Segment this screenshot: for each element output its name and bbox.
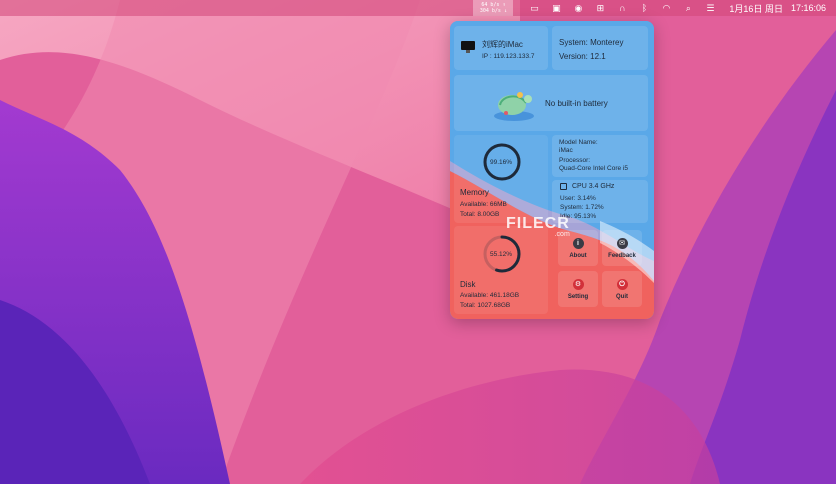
system-status-popup: 刘辉的iMac IP : 119.123.133.7 System: Monte… (450, 21, 654, 319)
feedback-label: Feedback (608, 252, 636, 259)
device-ip: IP : 119.123.133.7 (482, 53, 535, 60)
feedback-button[interactable]: ✉ Feedback (602, 230, 642, 266)
setting-button[interactable]: ⚙ Setting (558, 271, 598, 307)
menubar-date[interactable]: 1月16日 周日 (729, 2, 783, 15)
system-version: Version: 12.1 (559, 52, 606, 61)
desktop-wallpaper (0, 0, 836, 484)
battery-status: No built-in battery (545, 99, 608, 108)
quit-button[interactable]: ⏻ Quit (602, 271, 642, 307)
disk-title: Disk (460, 280, 476, 289)
quit-label: Quit (616, 293, 628, 300)
grid-icon[interactable]: ⊞ (589, 3, 611, 14)
search-icon[interactable]: ⌕ (677, 3, 699, 14)
info-icon: i (572, 237, 584, 249)
imac-icon (461, 41, 475, 53)
filecr-watermark: FILECR .com (506, 215, 570, 238)
network-speed-indicator[interactable]: 64 b/s ↑ 304 b/s ↓ (473, 0, 514, 16)
disk-percent: 55.12% (490, 251, 513, 258)
wifi-icon[interactable]: ◠ (655, 3, 677, 14)
photo-icon[interactable]: ▣ (545, 3, 567, 14)
system-os: System: Monterey (559, 38, 624, 47)
model-name-label: Model Name: (559, 139, 598, 146)
memory-title: Memory (460, 188, 489, 197)
power-icon: ⏻ (616, 278, 628, 290)
menu-bar: 64 b/s ↑ 304 b/s ↓ ▭ ▣ ◉ ⊞ ∩ ᛒ ◠ ⌕ ☰ 1月1… (0, 0, 836, 16)
turtle-illustration-icon (494, 92, 534, 121)
watermark-text: FILECR (506, 215, 570, 232)
model-name-value: iMac (559, 147, 573, 154)
memory-total: Total: 8.00GB (460, 211, 500, 218)
bluetooth-icon[interactable]: ᛒ (633, 3, 655, 13)
disk-available: Available: 461.18GB (460, 292, 520, 299)
memory-percent: 99.16% (490, 159, 513, 166)
cpu-chip-icon (560, 183, 567, 190)
about-label: About (569, 252, 587, 259)
net-download-speed: 304 b/s ↓ (479, 8, 507, 14)
disk-total: Total: 1027.68GB (460, 302, 511, 309)
monitor-app-icon[interactable]: ◉ (567, 3, 589, 14)
control-center-icon[interactable]: ☰ (699, 3, 721, 14)
feedback-icon: ✉ (616, 237, 628, 249)
processor-value: Quad-Core Intel Core i5 (559, 165, 629, 172)
cpu-user: User: 3.14% (560, 195, 596, 202)
cpu-system: System: 1.72% (560, 204, 604, 211)
screen-mirror-icon[interactable]: ▭ (523, 3, 545, 14)
processor-label: Processor: (559, 157, 591, 164)
watermark-sub: .com (554, 231, 570, 238)
device-name: 刘辉的iMac (482, 40, 523, 49)
system-tile (552, 26, 648, 70)
headphones-icon[interactable]: ∩ (611, 3, 633, 13)
memory-available: Available: 66MB (460, 201, 507, 208)
gear-icon: ⚙ (572, 278, 584, 290)
menubar-time[interactable]: 17:16:06 (791, 3, 826, 13)
setting-label: Setting (567, 293, 589, 300)
cpu-title: CPU 3.4 GHz (572, 183, 615, 190)
